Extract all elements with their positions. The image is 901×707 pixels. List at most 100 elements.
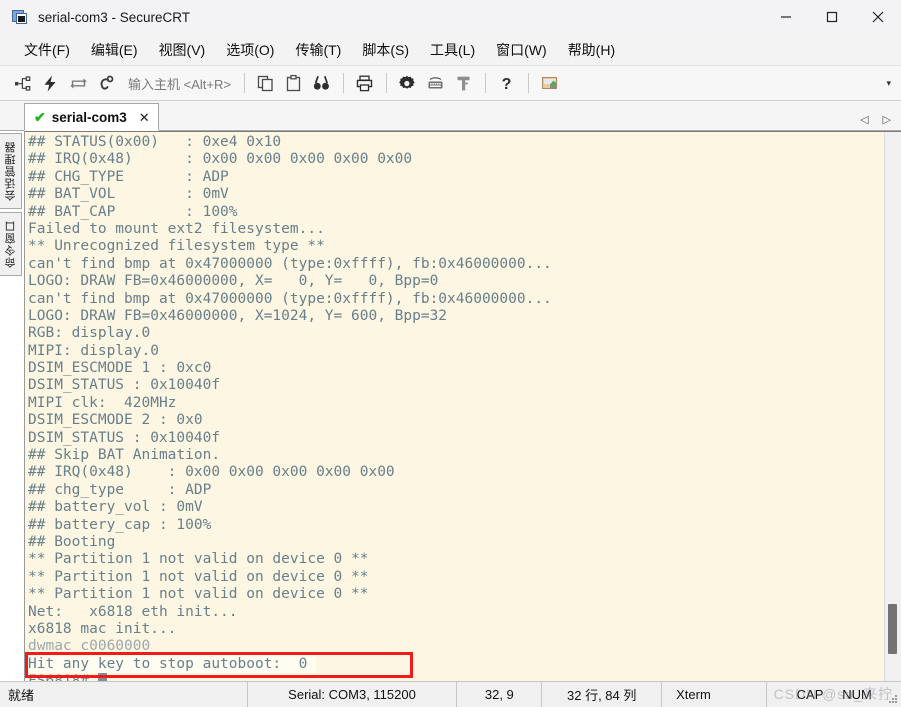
terminal-line: DSIM_ESCMODE 2 : 0x0 <box>28 412 203 429</box>
menu-view[interactable]: 视图(V) <box>149 37 217 63</box>
toolbar-separator-3 <box>385 73 387 93</box>
tab-gutter <box>0 101 24 130</box>
new-session-icon[interactable] <box>8 69 36 97</box>
command-window-tab[interactable]: 命令窗口 <box>0 212 22 276</box>
status-emulation: Xterm <box>662 682 768 707</box>
terminal-line: LOGO: DRAW FB=0x46000000, X= 0, Y= 0, Bp… <box>28 273 439 290</box>
menu-tools[interactable]: 工具(L) <box>420 37 486 63</box>
block-cursor <box>97 673 107 681</box>
status-num-lock: NUM <box>842 687 872 702</box>
reconnect-icon[interactable] <box>64 69 92 97</box>
tab-next-icon[interactable]: ▷ <box>883 115 891 126</box>
menu-transfer[interactable]: 传输(T) <box>285 37 352 63</box>
tab-label: serial-com3 <box>51 109 127 125</box>
copy-icon[interactable] <box>252 69 280 97</box>
terminal-line: Net: x6818 eth init... <box>28 603 238 620</box>
terminal-line: MIPI clk: 420MHz <box>28 394 177 411</box>
scrollbar-thumb[interactable] <box>888 604 897 654</box>
status-caps-lock: CAP <box>796 687 824 702</box>
session-manager-tab[interactable]: 会话管理器 <box>0 133 22 209</box>
terminal-line: ## battery_vol : 0mV <box>28 499 203 516</box>
status-ready: 就绪 <box>0 682 248 707</box>
terminal-line: ** Partition 1 not valid on device 0 ** <box>28 568 369 585</box>
tab-close-icon[interactable]: ✕ <box>139 111 150 124</box>
session-manager-tab-label: 会话管理器 <box>4 141 17 201</box>
terminal-line: ## chg_type : ADP <box>28 481 212 498</box>
menu-script[interactable]: 脚本(S) <box>352 37 420 63</box>
minimize-icon <box>781 16 791 18</box>
svg-text:?: ? <box>502 76 512 93</box>
menu-window[interactable]: 窗口(W) <box>486 37 558 63</box>
close-button[interactable] <box>855 0 901 34</box>
status-cursor-pos: 32, 9 <box>457 682 543 707</box>
terminal-prompt[interactable]: FS6818# <box>28 673 884 681</box>
tab-serial-com3[interactable]: ✔ serial-com3 ✕ <box>24 103 159 131</box>
maximize-button[interactable] <box>809 0 855 34</box>
toolbar-separator-1 <box>243 73 245 93</box>
print-icon[interactable] <box>351 69 379 97</box>
menu-file[interactable]: 文件(F) <box>14 37 81 63</box>
menu-bar: 文件(F) 编辑(E) 视图(V) 选项(O) 传输(T) 脚本(S) 工具(L… <box>0 35 901 66</box>
toolbar-overflow-button[interactable]: ▾ <box>886 78 891 89</box>
terminal-line: ## IRQ(0x48) : 0x00 0x00 0x00 0x00 0x00 <box>28 151 413 168</box>
command-window-tab-label: 命令窗口 <box>4 220 17 268</box>
terminal-line: DSIM_STATUS : 0x10040f <box>28 429 221 446</box>
toolbar-separator-4 <box>484 73 486 93</box>
connected-check-icon: ✔ <box>34 109 46 125</box>
key-icon[interactable] <box>450 69 478 97</box>
securecrt-icon <box>12 9 28 25</box>
status-serial: Serial: COM3, 115200 <box>248 682 458 707</box>
menu-options[interactable]: 选项(O) <box>216 37 285 63</box>
keymap-icon[interactable] <box>422 69 450 97</box>
window-controls <box>763 0 901 34</box>
side-tab-strip: 会话管理器 命令窗口 <box>0 131 25 681</box>
tab-prev-icon[interactable]: ◁ <box>860 115 868 126</box>
toolbar-separator-5 <box>527 73 529 93</box>
terminal-line: ## STATUS(0x00) : 0xe4 0x10 <box>28 134 282 150</box>
securecrt-window: serial-com3 - SecureCRT 文件(F) 编辑(E) 视图(V… <box>0 0 901 707</box>
quick-connect-icon[interactable] <box>36 69 64 97</box>
terminal-output[interactable]: ## STATUS(0x00) : 0xe4 0x10 ## IRQ(0x48) … <box>25 132 884 681</box>
terminal-wrap: ## STATUS(0x00) : 0xe4 0x10 ## IRQ(0x48) … <box>25 131 901 681</box>
find-icon[interactable] <box>308 69 336 97</box>
terminal-line: ## Booting <box>28 533 116 550</box>
terminal-line: can't find bmp at 0x47000000 (type:0xfff… <box>28 255 552 272</box>
status-spacer <box>767 682 787 707</box>
terminal-line: MIPI: display.0 <box>28 342 159 359</box>
toolbar: 输入主机 <Alt+R> ? ▾ <box>0 66 901 101</box>
terminal-line: ** Unrecognized filesystem type ** <box>28 238 325 255</box>
session-options-icon[interactable] <box>394 69 422 97</box>
status-dimensions: 32 行, 84 列 <box>542 682 663 707</box>
terminal-line: ## BAT_VOL : 0mV <box>28 186 229 203</box>
terminal-line: RGB: display.0 <box>28 325 151 342</box>
vertical-scrollbar[interactable] <box>884 132 901 681</box>
chat-window-icon[interactable] <box>536 69 564 97</box>
terminal-line: ## battery_cap : 100% <box>28 516 212 533</box>
reconnect-all-icon[interactable] <box>92 69 120 97</box>
window-title: serial-com3 - SecureCRT <box>38 9 191 25</box>
close-icon <box>872 11 884 23</box>
terminal-line: can't find bmp at 0x47000000 (type:0xfff… <box>28 290 552 307</box>
paste-icon[interactable] <box>280 69 308 97</box>
body-area: 会话管理器 命令窗口 ## STATUS(0x00) : 0xe4 0x10 ##… <box>0 131 901 681</box>
terminal-line: ## IRQ(0x48) : 0x00 0x00 0x00 0x00 0x00 <box>28 464 395 481</box>
host-input[interactable]: 输入主机 <Alt+R> <box>128 74 231 93</box>
prompt-text: FS6818# <box>28 673 98 681</box>
menu-help[interactable]: 帮助(H) <box>558 37 626 63</box>
terminal-line: ** Partition 1 not valid on device 0 ** <box>28 586 369 603</box>
terminal-line: LOGO: DRAW FB=0x46000000, X=1024, Y= 600… <box>28 307 448 324</box>
menu-edit[interactable]: 编辑(E) <box>81 37 149 63</box>
help-icon[interactable]: ? <box>493 69 521 97</box>
terminal-line-obscured: dwmac c0060000 <box>28 638 151 655</box>
status-bar: 就绪 Serial: COM3, 115200 32, 9 32 行, 84 列… <box>0 681 901 707</box>
terminal-line: DSIM_STATUS : 0x10040f <box>28 377 221 394</box>
minimize-button[interactable] <box>763 0 809 34</box>
maximize-icon <box>826 11 838 23</box>
terminal-line-autoboot: Hit any key to stop autoboot: 0 <box>28 655 317 674</box>
terminal-line: DSIM_ESCMODE 1 : 0xc0 <box>28 360 212 377</box>
terminal-line: ## Skip BAT Animation. <box>28 447 221 464</box>
toolbar-separator-2 <box>342 73 344 93</box>
terminal-line: x6818 mac init... <box>28 620 177 637</box>
title-bar: serial-com3 - SecureCRT <box>0 0 901 35</box>
resize-grip[interactable] <box>881 682 901 707</box>
